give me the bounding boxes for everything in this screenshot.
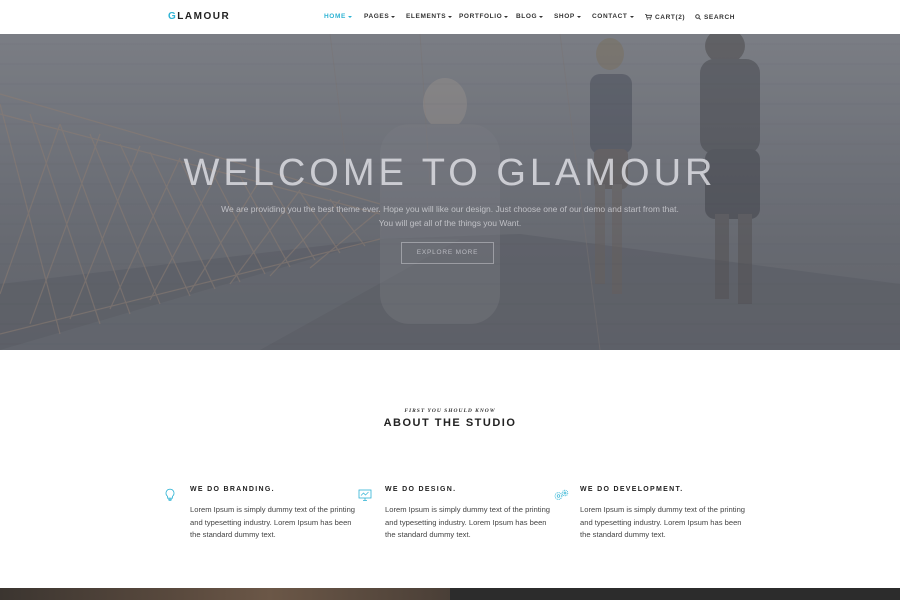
next-section-dark-panel xyxy=(450,588,900,600)
nav-item-label: CONTACT xyxy=(592,13,628,20)
hero-subtitle: We are providing you the best theme ever… xyxy=(220,202,680,230)
feature-title: WE DO DESIGN. xyxy=(385,486,457,493)
nav-item-blog[interactable]: BLOG xyxy=(516,13,544,20)
chevron-down-icon xyxy=(539,15,544,18)
feature-branding: WE DO BRANDING. Lorem Ipsum is simply du… xyxy=(165,486,370,542)
section-title: ABOUT THE STUDIO xyxy=(383,417,517,429)
nav-item-label: ELEMENTS xyxy=(406,13,447,20)
feature-title: WE DO BRANDING. xyxy=(190,486,275,493)
hero-subtitle-line: You will get all of the things you Want. xyxy=(378,218,522,228)
chevron-down-icon xyxy=(391,15,396,18)
nav-item-home[interactable]: HOME xyxy=(324,13,352,20)
chevron-down-icon xyxy=(576,15,581,18)
hero-title: WELCOME TO GLAMOUR xyxy=(183,152,717,194)
feature-text: Lorem Ipsum is simply dummy text of the … xyxy=(190,505,356,540)
chevron-down-icon xyxy=(504,15,509,18)
nav-item-pages[interactable]: PAGES xyxy=(364,13,396,20)
cart-icon xyxy=(645,14,652,20)
cart-label: CART(2) xyxy=(655,13,686,21)
nav-item-label: SHOP xyxy=(554,13,575,20)
nav-item-contact[interactable]: CONTACT xyxy=(592,13,634,20)
chevron-down-icon xyxy=(629,15,634,18)
chevron-down-icon xyxy=(448,15,453,18)
explore-more-button[interactable]: EXPLORE MORE xyxy=(401,242,494,264)
feature-text: Lorem Ipsum is simply dummy text of the … xyxy=(385,505,551,540)
nav-item-label: HOME xyxy=(324,13,346,20)
feature-design: WE DO DESIGN. Lorem Ipsum is simply dumm… xyxy=(358,486,565,542)
chevron-down-icon xyxy=(347,15,352,18)
monitor-icon xyxy=(358,489,372,501)
next-section-image xyxy=(0,588,450,600)
lightbulb-icon xyxy=(165,488,175,501)
nav-item-label: PORTFOLIO xyxy=(459,13,503,20)
hero-subtitle-line: We are providing you the best theme ever… xyxy=(221,204,679,214)
search-icon xyxy=(695,14,701,20)
nav-item-portfolio[interactable]: PORTFOLIO xyxy=(459,13,509,20)
search-label: SEARCH xyxy=(704,13,736,21)
nav-item-label: BLOG xyxy=(516,13,538,20)
feature-development: WE DO DEVELOPMENT. Lorem Ipsum is simply… xyxy=(554,486,760,542)
nav-item-shop[interactable]: SHOP xyxy=(554,13,581,20)
nav-item-label: PAGES xyxy=(364,13,390,20)
nav-item-elements[interactable]: ELEMENTS xyxy=(406,13,453,20)
cart-link[interactable]: CART(2) xyxy=(645,0,685,34)
site-logo[interactable]: GLAMOUR xyxy=(168,11,230,22)
site-header: GLAMOUR HOME PAGES ELEMENTS PORTFOLIO BL… xyxy=(0,0,900,34)
feature-text: Lorem Ipsum is simply dummy text of the … xyxy=(580,505,746,540)
search-link[interactable]: SEARCH xyxy=(695,0,735,34)
gears-icon xyxy=(554,489,569,500)
section-eyebrow: FIRST YOU SHOULD KNOW xyxy=(404,408,496,414)
hero-banner: WELCOME TO GLAMOUR We are providing you … xyxy=(0,34,900,350)
feature-title: WE DO DEVELOPMENT. xyxy=(580,486,684,493)
